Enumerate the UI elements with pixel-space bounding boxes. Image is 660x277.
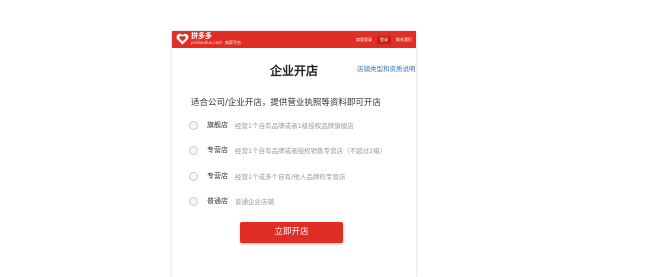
heart-logo-icon <box>176 33 189 45</box>
option-description: 普通企业店铺 <box>235 198 274 206</box>
radio-button[interactable] <box>189 120 198 130</box>
brand-domain: pinduoduo.com <box>191 40 222 45</box>
store-option-specialty[interactable]: 专营店 经营1个自有品牌或者授权销售专营店（不超过2级） <box>189 144 386 156</box>
option-name: 专营店 <box>207 172 228 180</box>
option-name: 旗舰店 <box>207 121 228 129</box>
radio-button[interactable] <box>189 196 198 206</box>
contact-link[interactable]: 联系我们 <box>396 37 412 43</box>
option-description: 经营1个或多个自有/他人品牌的专营店 <box>235 173 346 181</box>
store-option-regular[interactable]: 普通店 普通企业店铺 <box>189 195 274 207</box>
brand-text: 拼多多 pinduoduo.com 商家平台 <box>191 32 251 48</box>
radio-button[interactable] <box>189 171 198 181</box>
store-option-franchise[interactable]: 专营店 经营1个或多个自有/他人品牌的专营店 <box>189 170 345 182</box>
top-links: 商家登录 登录 联系我们 <box>356 36 412 44</box>
intro-text: 适合公司/企业开店，提供营业执照等资料即可开店 <box>191 98 381 108</box>
store-type-help-link[interactable]: 店铺类型和资质说明 <box>357 63 416 73</box>
option-description: 经营1个自有品牌或者1级授权品牌旗舰店 <box>235 122 354 130</box>
brand-name: 拼多多 <box>191 32 212 40</box>
merchant-login-link[interactable]: 商家登录 <box>356 37 372 43</box>
option-description: 经营1个自有品牌或者授权销售专营店（不超过2级） <box>235 147 387 155</box>
store-option-flagship[interactable]: 旗舰店 经营1个自有品牌或者1级授权品牌旗舰店 <box>189 119 354 131</box>
registration-panel: 拼多多 pinduoduo.com 商家平台 商家登录 登录 联系我们 企业开店… <box>172 31 416 277</box>
login-button[interactable]: 登录 <box>377 36 391 44</box>
option-name: 普通店 <box>207 197 228 205</box>
open-store-button[interactable]: 立即开店 <box>240 222 343 243</box>
brand-logo[interactable] <box>176 33 189 45</box>
radio-button[interactable] <box>189 145 198 155</box>
brand-tag: 商家平台 <box>225 40 241 45</box>
top-bar: 拼多多 pinduoduo.com 商家平台 商家登录 登录 联系我们 <box>172 31 416 48</box>
option-name: 专营店 <box>207 146 228 154</box>
